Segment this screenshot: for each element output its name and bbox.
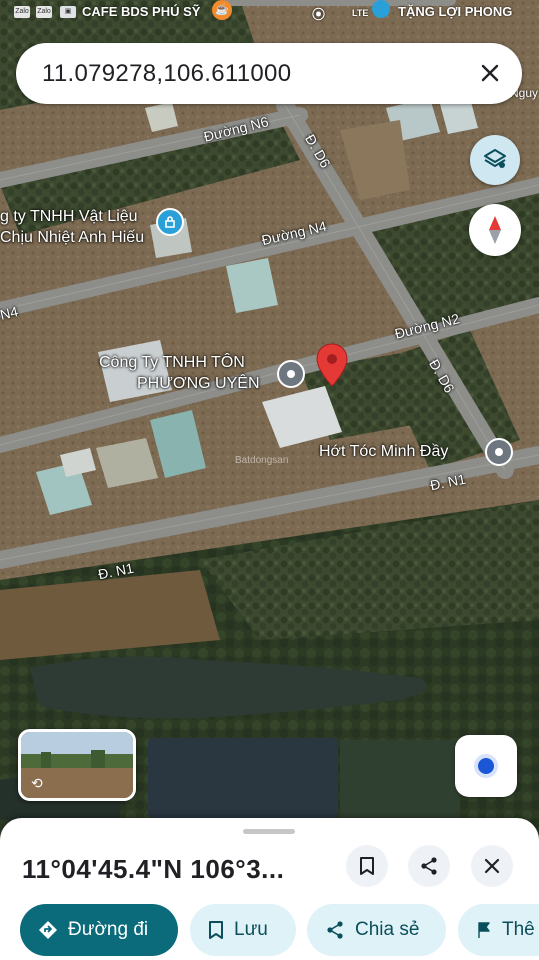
status-bar: Zalo Zalo ▣ CAFE BDS PHÚ SỸ ☕ ⦿ LTE TẶNG… (0, 0, 539, 100)
layers-button[interactable] (470, 135, 520, 185)
status-location-icon: ⦿ (312, 7, 326, 22)
place-label-vat-lieu-line1[interactable]: g ty TNHH Vật Liệu (0, 208, 138, 226)
zalo-app-icon: Zalo (14, 6, 30, 18)
watermark-text: Batdongsan (235, 455, 289, 466)
save-label: Lưu (234, 919, 268, 940)
drag-handle[interactable] (243, 829, 295, 834)
place-label-hot-toc[interactable]: Hớt Tóc Minh Đầy (319, 443, 448, 461)
compass-button[interactable] (469, 204, 521, 256)
compass-icon (489, 216, 501, 244)
place-label-ton-line2[interactable]: PHƯƠNG UYÊN (137, 375, 260, 393)
bookmark-icon (209, 921, 223, 939)
search-query[interactable]: 11.079278,106.611000 (42, 60, 291, 88)
more-label: Thê (502, 919, 535, 940)
directions-label: Đường đi (68, 919, 149, 940)
coordinates-title: 11°04'45.4"N 106°3... (22, 854, 285, 884)
place-label-vat-lieu-line2[interactable]: Chịu Nhiệt Anh Hiếu (0, 229, 144, 247)
bottom-sheet[interactable]: 11°04'45.4"N 106°3... Đường đi Lưu Chia … (0, 818, 539, 960)
car-icon: ▣ (60, 6, 76, 18)
share-icon-button[interactable] (408, 845, 450, 887)
zalo-app-icon: Zalo (36, 6, 52, 18)
map-screen: Đường N6 Đường N4 N4 Đường N2 Đ. D6 Đ. D… (0, 0, 539, 960)
search-bar[interactable]: 11.079278,106.611000 (16, 43, 522, 104)
street-view-thumbnail[interactable]: ⟲ (18, 729, 136, 801)
save-button[interactable]: Lưu (190, 904, 296, 956)
location-marker-icon[interactable] (277, 360, 305, 388)
close-icon[interactable] (474, 57, 506, 89)
share-label: Chia sẻ (355, 919, 420, 940)
dropped-pin-icon[interactable] (315, 342, 349, 388)
more-button[interactable]: Thê (458, 904, 539, 956)
save-icon-button[interactable] (346, 845, 388, 887)
status-left-place: CAFE BDS PHÚ SỸ (82, 4, 201, 19)
layers-icon (484, 149, 506, 168)
flag-icon (478, 922, 490, 938)
place-label-ton-line1[interactable]: Công Ty TNHH TÔN (99, 354, 245, 372)
share-button[interactable]: Chia sẻ (307, 904, 446, 956)
cafe-icon: ☕ (212, 0, 232, 20)
directions-button[interactable]: Đường đi (20, 904, 178, 956)
close-icon-button[interactable] (471, 845, 513, 887)
share-icon (327, 921, 343, 939)
status-right-place: TẶNG LỢI PHONG (398, 4, 513, 19)
place-pin-icon[interactable] (156, 208, 184, 236)
watermark-logo: Batdongsan (235, 455, 288, 466)
place-pin-icon (372, 0, 390, 18)
rotate-360-icon: ⟲ (31, 775, 43, 791)
location-marker-icon[interactable] (485, 438, 513, 466)
status-network: LTE (352, 8, 369, 18)
directions-icon (39, 921, 57, 939)
my-location-icon (478, 758, 494, 774)
my-location-button[interactable] (455, 735, 517, 797)
